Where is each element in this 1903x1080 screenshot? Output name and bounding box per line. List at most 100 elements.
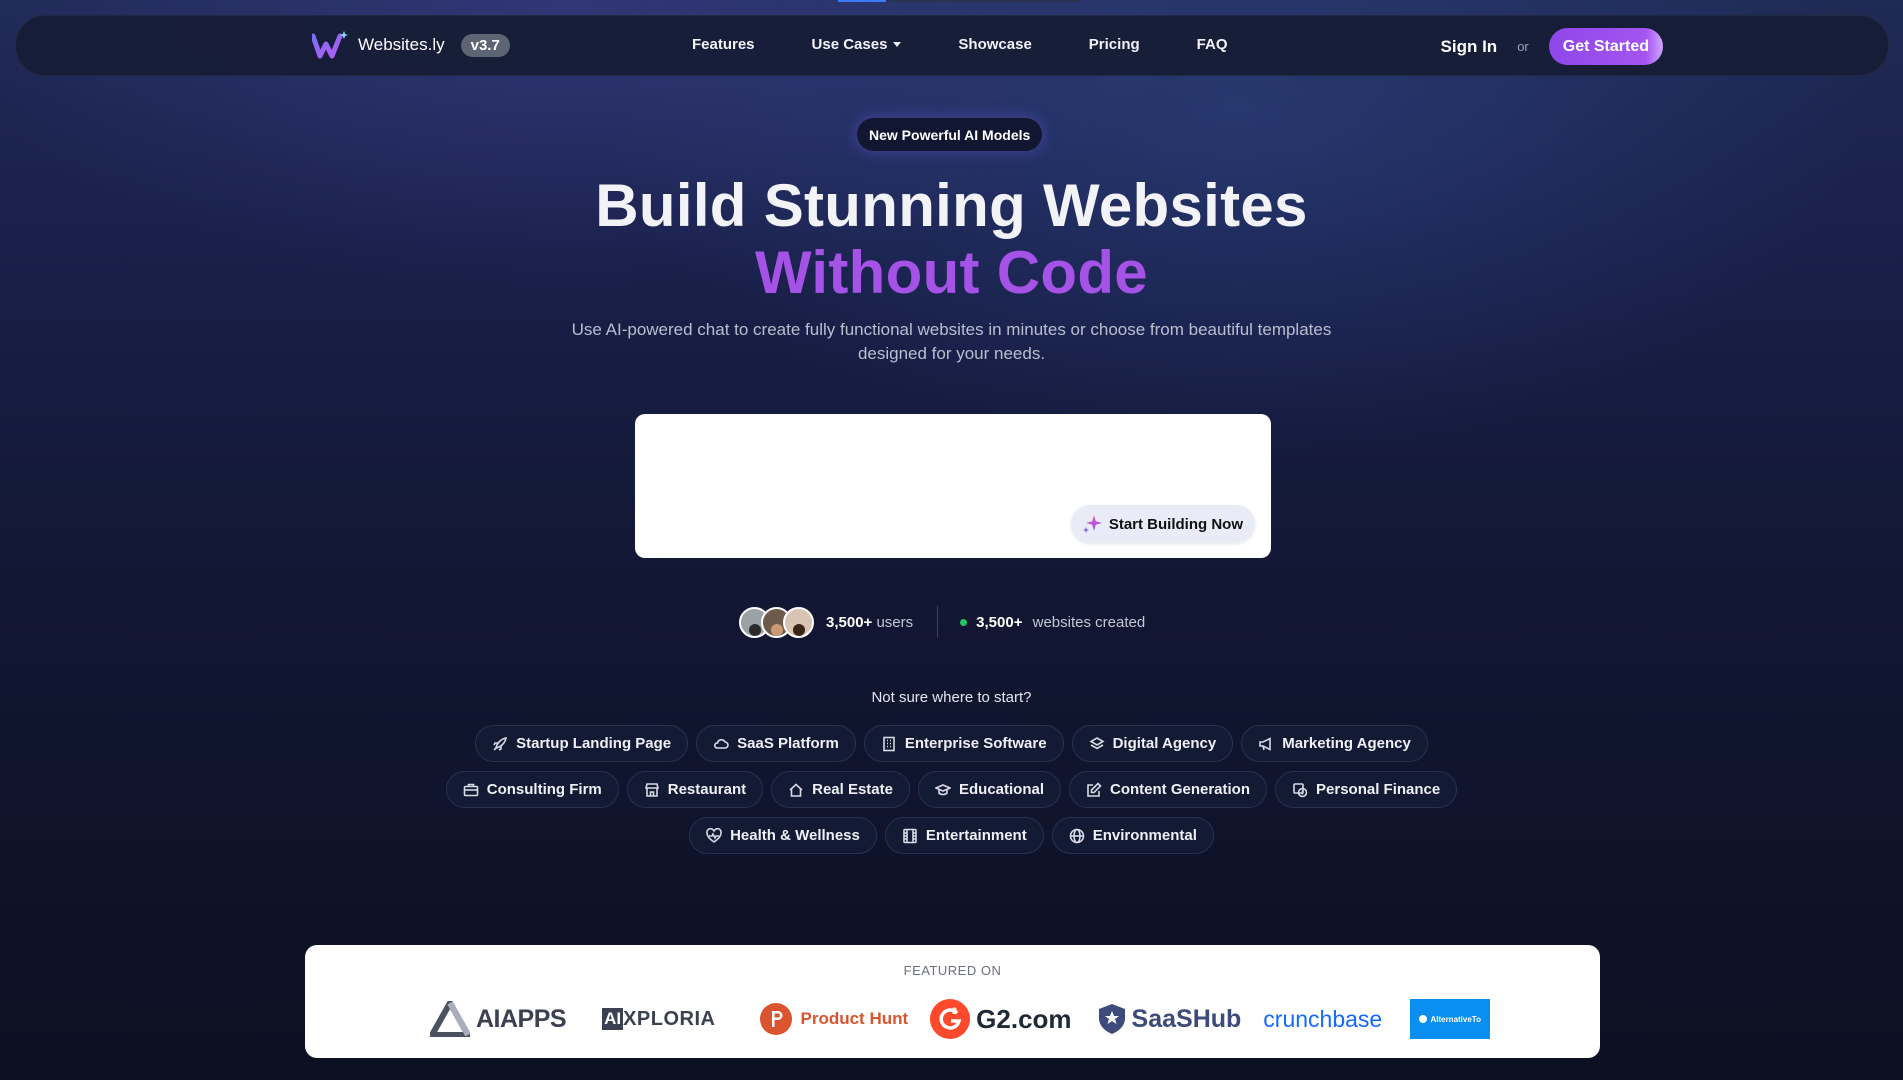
featured-title: FEATURED ON (903, 963, 1002, 978)
film-icon (903, 828, 917, 843)
chip-content-generation[interactable]: Content Generation (1069, 771, 1268, 808)
chip-label: Health & Wellness (730, 827, 860, 844)
top-progress-line (838, 0, 1081, 2)
product-hunt-text: Product Hunt (800, 1009, 909, 1028)
cloud-icon (714, 738, 729, 749)
users-label: users (876, 613, 914, 631)
edit-icon (1087, 781, 1102, 797)
g2-text: G2.com (976, 1003, 1072, 1034)
start-building-label: Start Building Now (1108, 515, 1243, 533)
saashub-shield-icon (1098, 1004, 1125, 1034)
rocket-icon (493, 736, 508, 751)
avatar (783, 606, 814, 638)
websites-label: websites created (1032, 613, 1146, 631)
alternativeto-text: AlternativeTo (1430, 1014, 1481, 1024)
stats-bar: 3,500+ users 3,500+ websites created (739, 604, 1145, 640)
hero-title-line2: Without Code (755, 239, 1148, 306)
websites-count: 3,500+ (976, 613, 1023, 631)
aixploria-ai-box: AI (602, 1008, 624, 1030)
chevron-down-icon (893, 42, 902, 47)
piggy-bank-icon (1293, 782, 1308, 797)
chip-marketing-agency[interactable]: Marketing Agency (1241, 725, 1428, 762)
logo-crunchbase[interactable]: crunchbase (1263, 1006, 1382, 1033)
websites-stat: 3,500+ websites created (976, 614, 1145, 631)
logo-alternativeto[interactable]: AlternativeTo (1410, 999, 1491, 1039)
start-building-button[interactable]: Start Building Now (1070, 505, 1255, 543)
chip-environmental[interactable]: Environmental (1051, 817, 1214, 854)
alternativeto-badge: AlternativeTo (1410, 999, 1491, 1039)
nav-link-use-cases-label: Use Cases (811, 36, 888, 53)
logo-saashub[interactable]: SaaSHub (1098, 1003, 1241, 1035)
users-count: 3,500+ (826, 613, 873, 631)
chip-label: SaaS Platform (737, 735, 839, 752)
globe-icon (1069, 828, 1085, 843)
suggestion-row-1: Startup Landing Page SaaS Platform Enter… (0, 725, 1903, 762)
chip-label: Personal Finance (1316, 781, 1441, 798)
chip-health-wellness[interactable]: Health & Wellness (689, 817, 877, 854)
featured-on-section: FEATURED ON AIAPPS AI XPLORIA Product Hu… (305, 945, 1600, 1058)
hero-title-line1: Build Stunning Websites (595, 172, 1308, 239)
nav-link-pricing[interactable]: Pricing (1089, 36, 1140, 53)
svg-text:2: 2 (952, 1006, 957, 1016)
nav-links: Features Use Cases Showcase Pricing FAQ (692, 36, 1285, 53)
suggestions-title: Not sure where to start? (871, 689, 1032, 706)
chip-saas-platform[interactable]: SaaS Platform (696, 725, 856, 762)
nav-link-features[interactable]: Features (692, 36, 755, 53)
top-progress-line-fill (838, 0, 886, 2)
chip-personal-finance[interactable]: Personal Finance (1275, 771, 1458, 808)
logo-product-hunt[interactable]: Product Hunt (759, 1003, 909, 1035)
nav-link-showcase[interactable]: Showcase (958, 36, 1031, 53)
new-models-badge: New Powerful AI Models (856, 117, 1044, 152)
user-avatars (739, 606, 814, 638)
sparkle-icon (1082, 515, 1102, 533)
chip-label: Enterprise Software (904, 735, 1047, 752)
nav-auth: Sign In or Get Started (1441, 28, 1663, 65)
crunchbase-text: crunchbase (1263, 1005, 1383, 1032)
chip-real-estate[interactable]: Real Estate (771, 771, 910, 808)
suggestion-row-3: Health & Wellness Entertainment Environm… (0, 817, 1903, 854)
nav-link-use-cases[interactable]: Use Cases (812, 36, 902, 53)
aiapps-text: AIAPPS (476, 1004, 567, 1033)
websitesly-logo-icon (312, 31, 348, 59)
chip-label: Restaurant (667, 781, 747, 798)
chip-label: Digital Agency (1112, 735, 1217, 752)
brand[interactable]: Websites.ly v3.7 (312, 30, 510, 60)
users-stat: 3,500+ users (826, 614, 913, 631)
featured-logos: AIAPPS AI XPLORIA Product Hunt 2 G2.com (430, 999, 1491, 1039)
chip-label: Entertainment (925, 827, 1027, 844)
chip-digital-agency[interactable]: Digital Agency (1071, 725, 1234, 762)
chip-enterprise-software[interactable]: Enterprise Software (863, 725, 1064, 762)
chip-label: Consulting Firm (486, 781, 602, 798)
chip-educational[interactable]: Educational (917, 771, 1061, 808)
stats-divider (937, 606, 939, 638)
building-icon (883, 736, 895, 751)
aiapps-icon (430, 1001, 470, 1037)
chip-restaurant[interactable]: Restaurant (626, 771, 764, 808)
logo-aiapps[interactable]: AIAPPS (430, 1001, 567, 1037)
g2-icon: 2 (930, 999, 971, 1039)
suggestion-row-2: Consulting Firm Restaurant Real Estate E… (0, 771, 1903, 808)
prompt-input[interactable] (651, 428, 1251, 508)
chip-label: Real Estate (812, 781, 893, 798)
product-hunt-icon (759, 1003, 792, 1035)
hero-title: Build Stunning Websites Without Code (0, 172, 1903, 306)
megaphone-icon (1259, 736, 1272, 751)
aixploria-text: XPLORIA (623, 1007, 716, 1030)
chip-label: Environmental (1092, 827, 1197, 844)
sign-in-link[interactable]: Sign In (1441, 37, 1498, 57)
layers-icon (1088, 736, 1105, 749)
logo-g2[interactable]: 2 G2.com (930, 999, 1072, 1039)
logo-aixploria[interactable]: AI XPLORIA (602, 1008, 715, 1031)
graduation-cap-icon (934, 783, 951, 795)
home-icon (789, 782, 803, 797)
briefcase-icon (463, 783, 479, 796)
get-started-button[interactable]: Get Started (1548, 28, 1663, 65)
nav-link-faq[interactable]: FAQ (1197, 36, 1228, 53)
chip-entertainment[interactable]: Entertainment (884, 817, 1044, 854)
hero-subtitle: Use AI-powered chat to create fully func… (571, 320, 1332, 363)
chip-label: Marketing Agency (1282, 735, 1411, 752)
chip-consulting-firm[interactable]: Consulting Firm (445, 771, 619, 808)
chip-label: Educational (958, 781, 1044, 798)
chip-startup-landing-page[interactable]: Startup Landing Page (475, 725, 689, 762)
brand-name: Websites.ly (358, 35, 445, 54)
